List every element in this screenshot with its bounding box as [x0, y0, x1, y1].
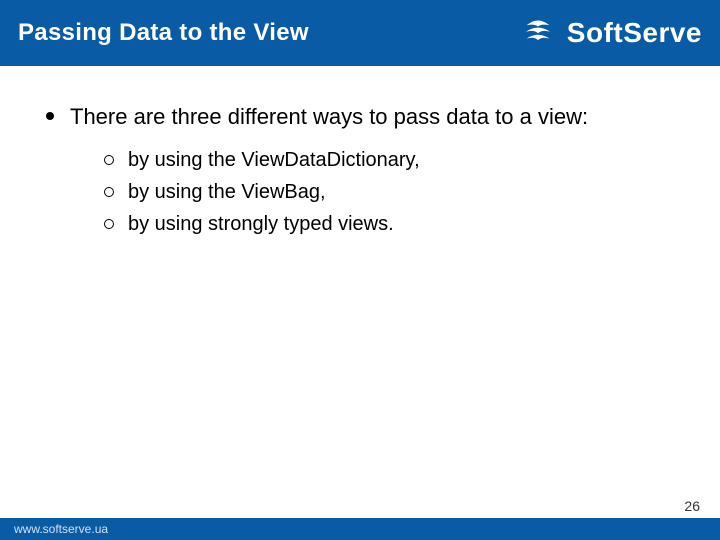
- sub-list: by using the ViewDataDictionary, by usin…: [70, 144, 690, 240]
- list-item-text: by using the ViewDataDictionary,: [128, 149, 420, 171]
- list-item: by using the ViewBag,: [70, 176, 690, 208]
- list-item: by using the ViewDataDictionary,: [70, 144, 690, 176]
- footer-url: www.softserve.ua: [14, 522, 108, 536]
- slide-title: Passing Data to the View: [18, 19, 309, 47]
- softserve-logo-icon: [519, 12, 557, 55]
- brand-name: SoftServe: [567, 17, 702, 49]
- slide-header: Passing Data to the View SoftServe: [0, 0, 720, 66]
- slide-body: There are three different ways to pass d…: [0, 66, 720, 518]
- list-item: There are three different ways to pass d…: [40, 102, 690, 240]
- list-item: by using strongly typed views.: [70, 208, 690, 240]
- page-number: 26: [684, 498, 700, 514]
- slide: Passing Data to the View SoftServe There…: [0, 0, 720, 540]
- list-item-text: by using strongly typed views.: [128, 213, 394, 235]
- list-item-text: by using the ViewBag,: [128, 181, 326, 203]
- slide-footer: www.softserve.ua: [0, 518, 720, 540]
- list-item-text: There are three different ways to pass d…: [70, 104, 588, 129]
- brand: SoftServe: [519, 12, 702, 55]
- bullet-list: There are three different ways to pass d…: [40, 102, 690, 240]
